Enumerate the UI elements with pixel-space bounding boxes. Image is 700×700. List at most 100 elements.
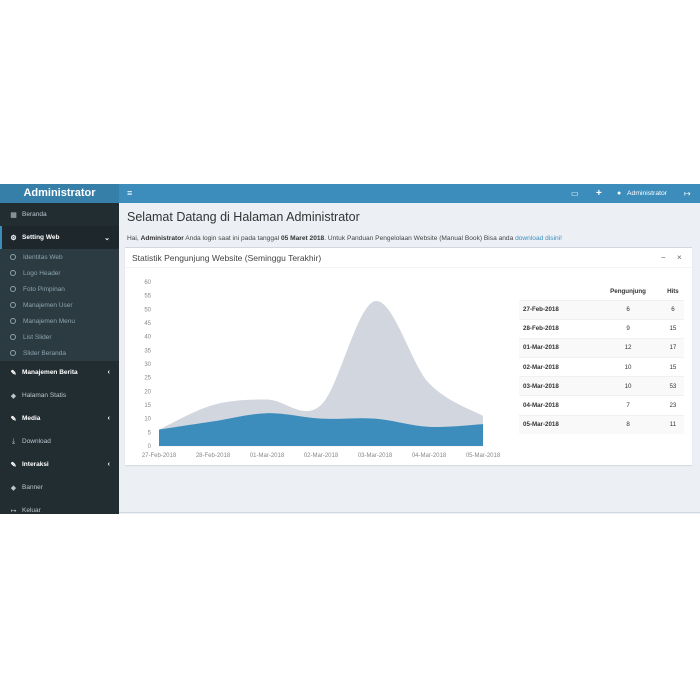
x-tick-label: 03-Mar-2018 xyxy=(358,453,393,459)
row-hits: 11 xyxy=(661,414,684,435)
row-hits: 23 xyxy=(661,395,684,416)
sidebar-subitem-logo-header[interactable]: Logo Header xyxy=(0,265,119,281)
welcome-text: Anda login saat ini pada tanggal xyxy=(183,235,281,242)
welcome-date: 05 Maret 2018 xyxy=(280,235,325,242)
y-tick-label: 25 xyxy=(144,376,151,382)
page-title: Selamat Datang di Halaman Administrator xyxy=(127,210,360,224)
table-row: 28-Feb-2018 9 15 xyxy=(519,318,684,339)
circle-icon xyxy=(10,318,16,324)
chevron-left-icon: ‹ xyxy=(107,461,110,468)
sidebar-item-setting-web[interactable]: ⚙ Setting Web ⌄ xyxy=(0,226,119,249)
brand-logo[interactable]: Administrator xyxy=(0,184,119,203)
sidebar-item-label: Keluar xyxy=(22,507,41,514)
row-hits: 17 xyxy=(661,337,684,358)
table-header-row: Pengunjung Hits xyxy=(519,283,684,300)
circle-icon xyxy=(10,350,16,356)
sidebar-subitem-list-slider[interactable]: List Slider xyxy=(0,329,119,345)
minimize-icon[interactable]: − xyxy=(661,253,666,262)
tag-icon: ◆ xyxy=(10,484,17,492)
box-title: Statistik Pengunjung Website (Seminggu T… xyxy=(132,253,322,263)
main-content: Selamat Datang di Halaman Administrator … xyxy=(119,203,700,514)
sidebar-item-label: Interaksi xyxy=(22,461,49,468)
x-tick-label: 05-Mar-2018 xyxy=(466,453,501,459)
sidebar-item-beranda[interactable]: ▦ Beranda xyxy=(0,203,119,226)
manual-download-link[interactable]: download disini! xyxy=(515,235,562,242)
row-pengunjung: 10 xyxy=(594,357,662,377)
row-hits: 15 xyxy=(661,357,684,377)
sidebar-menu: ▦ Beranda ⚙ Setting Web ⌄ Identitas Web Log… xyxy=(0,203,119,522)
edit-icon: ✎ xyxy=(10,415,17,423)
x-tick-label: 04-Mar-2018 xyxy=(412,453,447,459)
chevron-left-icon: ‹ xyxy=(107,369,110,376)
sidebar-subitem-foto-pimpinan[interactable]: Foto Pimpinan xyxy=(0,281,119,297)
sidebar-item-download[interactable]: ⤓ Download xyxy=(0,430,119,453)
row-date: 03-Mar-2018 xyxy=(519,376,595,396)
table-row: 27-Feb-2018 6 6 xyxy=(519,299,684,320)
row-date: 04-Mar-2018 xyxy=(519,395,595,416)
sidebar-subitem-slider-beranda[interactable]: Slider Beranda xyxy=(0,345,119,361)
welcome-text: . Untuk Panduan Pengelolaan Website (Man… xyxy=(324,235,516,242)
plus-icon[interactable]: + xyxy=(596,184,602,203)
row-date: 02-Mar-2018 xyxy=(519,357,595,377)
stats-table: Pengunjung Hits 27-Feb-2018 6 6 28-Feb-201… xyxy=(519,283,684,435)
row-pengunjung: 12 xyxy=(594,337,662,358)
row-pengunjung: 8 xyxy=(594,414,662,435)
visitor-stats-box: Statistik Pengunjung Website (Seminggu T… xyxy=(125,247,692,465)
dashboard-icon: ▦ xyxy=(10,211,17,219)
edit-icon: ✎ xyxy=(10,369,17,377)
sidebar-subitem-manajemen-user[interactable]: Manajemen User xyxy=(0,297,119,313)
welcome-greeting: Hai, xyxy=(127,235,141,242)
sidebar-subitem-identitas-web[interactable]: Identitas Web xyxy=(0,249,119,265)
column-header-date xyxy=(519,283,594,300)
menu-toggle-icon[interactable]: ≡ xyxy=(127,184,132,203)
sidebar-item-label: Media xyxy=(22,415,41,422)
sidebar-item-keluar[interactable]: ↦ Keluar xyxy=(0,499,119,522)
top-navbar: ≡ ▭ + ● Administrator ↦ xyxy=(119,184,700,203)
table-row: 03-Mar-2018 10 53 xyxy=(519,376,684,396)
sidebar-item-label: Identitas Web xyxy=(23,253,63,261)
user-name[interactable]: Administrator xyxy=(627,184,667,203)
circle-icon xyxy=(10,302,16,308)
edit-icon: ✎ xyxy=(10,461,17,469)
sidebar-item-label: Beranda xyxy=(22,211,47,218)
welcome-user: Administrator xyxy=(140,235,184,242)
sidebar-item-label: Manajemen User xyxy=(23,301,73,309)
row-pengunjung: 6 xyxy=(594,299,662,320)
row-pengunjung: 9 xyxy=(594,318,662,339)
sidebar-item-banner[interactable]: ◆ Banner xyxy=(0,476,119,499)
sidebar-item-label: Halaman Statis xyxy=(22,392,67,399)
sidebar-subitem-manajemen-menu[interactable]: Manajemen Menu xyxy=(0,313,119,329)
row-date: 01-Mar-2018 xyxy=(519,337,595,358)
sidebar-item-label: Setting Web xyxy=(22,234,60,241)
sidebar: Administrator ▦ Beranda ⚙ Setting Web ⌄ Ide… xyxy=(0,184,119,515)
chevron-left-icon: ‹ xyxy=(107,415,110,422)
row-date: 28-Feb-2018 xyxy=(519,318,595,339)
circle-icon xyxy=(10,270,16,276)
circle-icon xyxy=(10,286,16,292)
table-row: 01-Mar-2018 12 17 xyxy=(519,337,684,358)
y-tick-label: 0 xyxy=(148,444,152,450)
footer-divider xyxy=(119,512,700,513)
laptop-icon[interactable]: ▭ xyxy=(571,184,579,203)
visitor-area-chart: 0 5 10 15 20 25 30 35 40 45 50 55 60 27-Feb-2018 28-Fe… xyxy=(142,280,501,459)
sidebar-item-label: List Slider xyxy=(23,333,52,341)
sidebar-item-interaksi[interactable]: ✎ Interaksi ‹ xyxy=(0,453,119,476)
row-pengunjung: 10 xyxy=(594,376,662,396)
y-tick-label: 15 xyxy=(144,403,151,409)
gear-icon: ⚙ xyxy=(10,234,17,242)
y-tick-label: 20 xyxy=(144,389,151,395)
close-icon[interactable]: × xyxy=(677,253,682,262)
x-tick-label: 01-Mar-2018 xyxy=(250,453,285,459)
y-tick-label: 10 xyxy=(144,417,151,423)
logout-icon[interactable]: ↦ xyxy=(684,184,691,203)
x-tick-label: 02-Mar-2018 xyxy=(304,453,339,459)
y-tick-label: 50 xyxy=(144,307,151,313)
sidebar-item-halaman-statis[interactable]: ◆ Halaman Statis xyxy=(0,384,119,407)
y-tick-label: 30 xyxy=(144,362,151,368)
row-hits: 15 xyxy=(661,318,684,339)
row-hits: 6 xyxy=(661,299,684,320)
sidebar-item-media[interactable]: ✎ Media ‹ xyxy=(0,407,119,430)
sidebar-item-label: Logo Header xyxy=(23,269,61,277)
sidebar-item-label: Manajemen Berita xyxy=(22,369,78,376)
sidebar-item-manajemen-berita[interactable]: ✎ Manajemen Berita ‹ xyxy=(0,361,119,384)
